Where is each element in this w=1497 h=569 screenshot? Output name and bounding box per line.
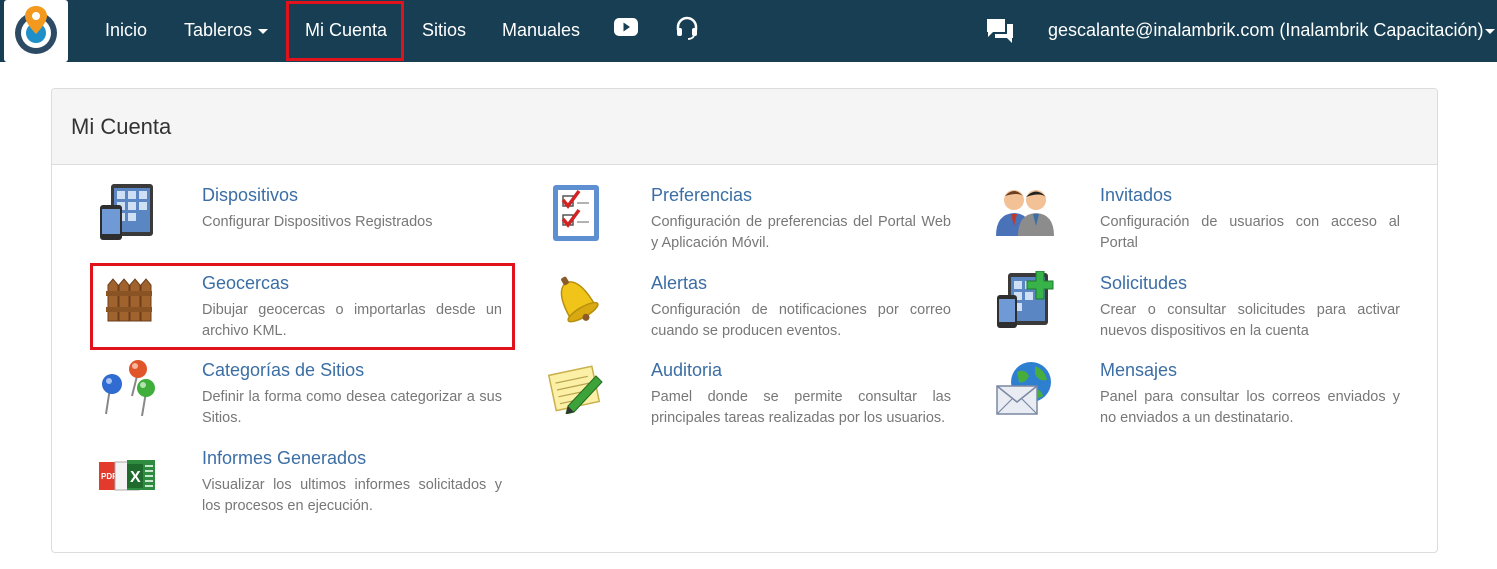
nav-inicio[interactable]: Inicio xyxy=(105,0,147,62)
categorias-sitios-link[interactable]: Categorías de Sitios xyxy=(202,360,364,381)
panel-heading: Mi Cuenta xyxy=(52,89,1437,165)
highlight-box-geocercas xyxy=(90,263,515,350)
chat-icon[interactable] xyxy=(985,17,1015,50)
users-icon[interactable] xyxy=(994,186,1056,243)
youtube-icon[interactable] xyxy=(614,18,638,41)
highlight-box-mi-cuenta xyxy=(286,1,404,61)
preferencias-link[interactable]: Preferencias xyxy=(651,185,752,206)
invitados-link[interactable]: Invitados xyxy=(1100,185,1172,206)
mensajes-link[interactable]: Mensajes xyxy=(1100,360,1177,381)
bell-icon[interactable] xyxy=(546,270,606,337)
invitados-desc: Configuración de usuarios con acceso al … xyxy=(1100,214,1400,251)
dispositivos-link[interactable]: Dispositivos xyxy=(202,185,298,206)
headset-icon[interactable] xyxy=(675,16,699,45)
solicitudes-desc: Crear o consultar solicitudes para activ… xyxy=(1100,302,1400,339)
nav-sitios[interactable]: Sitios xyxy=(422,0,466,62)
alertas-desc: Configuración de notificaciones por corr… xyxy=(651,302,951,339)
user-menu[interactable]: gescalante@inalambrik.com (Inalambrik Ca… xyxy=(1048,0,1496,62)
checklist-icon[interactable] xyxy=(551,183,601,248)
caret-down-icon xyxy=(258,28,269,34)
top-navbar: Inicio Tableros Mi Cuenta Sitios Manuale… xyxy=(0,0,1497,62)
categorias-sitios-desc: Definir la forma como desea categorizar … xyxy=(202,389,502,426)
notepad-icon[interactable] xyxy=(546,362,606,419)
nav-tableros[interactable]: Tableros xyxy=(184,0,269,62)
preferencias-desc: Configuración de preferencias del Portal… xyxy=(651,214,951,251)
inalambrik-logo[interactable] xyxy=(4,0,68,62)
mensajes-desc: Panel para consultar los correos enviado… xyxy=(1100,389,1400,426)
mail-globe-icon[interactable] xyxy=(995,360,1055,423)
solicitudes-link[interactable]: Solicitudes xyxy=(1100,273,1187,294)
nav-manuales[interactable]: Manuales xyxy=(502,0,580,62)
alertas-link[interactable]: Alertas xyxy=(651,273,707,294)
devices-icon[interactable] xyxy=(99,183,155,246)
caret-down-icon xyxy=(1485,28,1496,34)
dispositivos-desc: Configurar Dispositivos Registrados xyxy=(202,214,433,230)
reports-icon[interactable]: PDF X xyxy=(97,458,157,497)
excel-badge: X xyxy=(130,469,141,486)
page-title: Mi Cuenta xyxy=(71,114,172,139)
auditoria-desc: Pamel donde se permite consultar las pri… xyxy=(651,389,951,426)
auditoria-link[interactable]: Auditoria xyxy=(651,360,722,381)
informes-generados-link[interactable]: Informes Generados xyxy=(202,448,366,469)
informes-generados-desc: Visualizar los ultimos informes solicita… xyxy=(202,477,502,514)
pins-icon[interactable] xyxy=(98,358,160,423)
add-device-icon[interactable] xyxy=(996,270,1054,334)
